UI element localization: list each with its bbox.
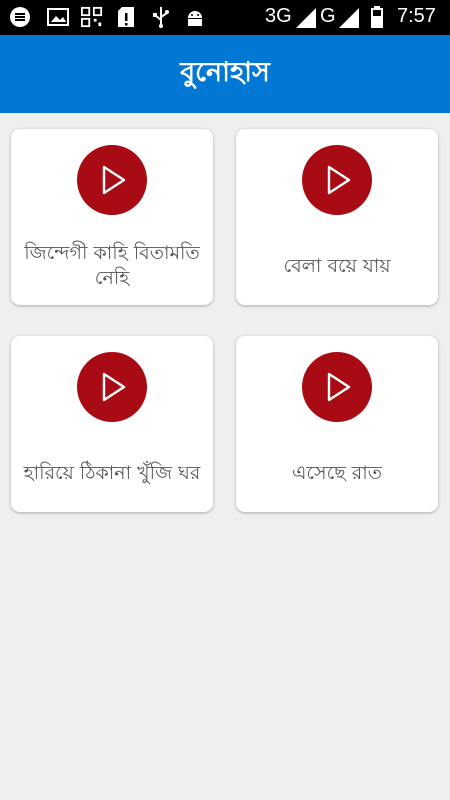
android-debug-icon	[184, 6, 206, 28]
song-grid: জিন্দেগী কাহি বিতামতি নেহি বেলা বয়ে যায…	[0, 113, 450, 800]
signal-strength-icon	[295, 8, 317, 28]
song-card[interactable]: এসেছে রাত	[236, 336, 438, 512]
app-bar: বুনোহাস	[0, 35, 450, 113]
song-title: জিন্দেগী কাহি বিতামতি নেহি	[24, 242, 200, 289]
song-card[interactable]: জিন্দেগী কাহি বিতামতি নেহি	[11, 129, 213, 305]
play-icon[interactable]	[77, 352, 147, 422]
image-notification-icon	[47, 6, 69, 28]
messaging-notification-icon	[9, 6, 31, 28]
network-3g-label: 3G	[265, 5, 292, 27]
play-icon[interactable]	[302, 145, 372, 215]
song-title: এসেছে রাত	[291, 461, 383, 484]
battery-icon	[370, 6, 384, 28]
network-g-label: G	[320, 5, 336, 27]
play-icon[interactable]	[302, 352, 372, 422]
status-bar: 3G G 7:57	[0, 0, 450, 35]
play-icon[interactable]	[77, 145, 147, 215]
song-title: বেলা বয়ে যায়	[283, 254, 391, 277]
signal-strength-icon-2	[338, 8, 360, 28]
song-card[interactable]: বেলা বয়ে যায়	[236, 129, 438, 305]
sd-card-alert-icon	[115, 6, 137, 28]
clock: 7:57	[397, 5, 436, 27]
song-card[interactable]: হারিয়ে ঠিকানা খুঁজি ঘর	[11, 336, 213, 512]
barcode-scanner-icon	[81, 6, 103, 28]
usb-icon	[150, 6, 172, 28]
page-title: বুনোহাস	[180, 56, 270, 88]
song-title: হারিয়ে ঠিকানা খুঁজি ঘর	[23, 461, 201, 484]
